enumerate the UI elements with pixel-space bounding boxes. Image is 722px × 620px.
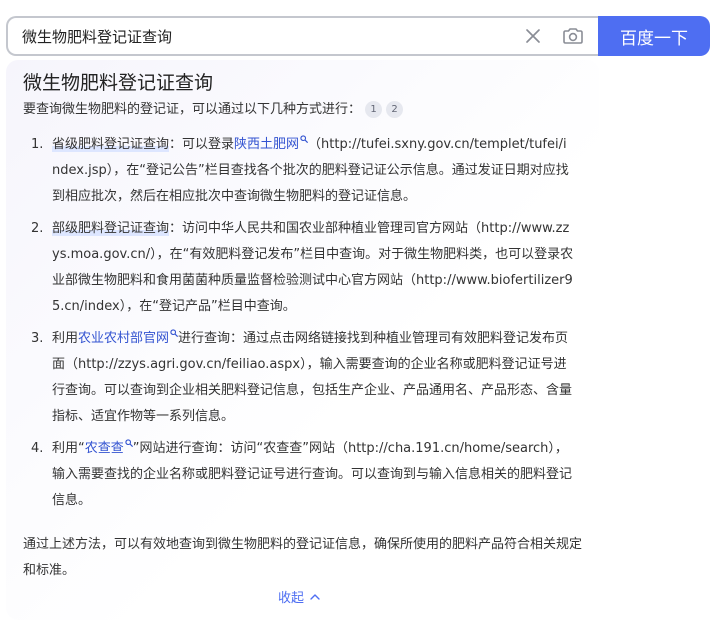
chevron-up-icon	[310, 594, 320, 600]
close-icon	[526, 29, 540, 43]
method-text: ”网站进行查询：访问“农查查”网站（http://cha.191.cn/home…	[52, 441, 573, 508]
search-input[interactable]	[22, 27, 516, 45]
method-body: 省级肥料登记证查询：可以登录陕西土肥网 （http://tufei.sxny.go…	[52, 132, 574, 210]
answer-conclusion: 通过上述方法，可以有效地查询到微生物肥料的登记证信息，确保所使用的肥料产品符合相…	[23, 537, 583, 578]
method-body: 利用农业农村部官网 进行查询：通过点击网络链接找到种植业管理司有效肥料登记发布页面…	[52, 326, 574, 430]
method-item-1: 1. 省级肥料登记证查询：可以登录陕西土肥网 （http://tufei.sxny…	[31, 132, 587, 210]
ai-answer-card: 微生物肥料登记证查询 要查询微生物肥料的登记证，可以通过以下几种方式进行： 1 2 …	[6, 60, 599, 620]
answer-title: 微生物肥料登记证查询	[23, 72, 214, 94]
method-label: 省级肥料登记证查询	[52, 137, 170, 152]
ministry-of-agriculture-link[interactable]: 农业农村部官网	[78, 331, 169, 346]
search-icon	[300, 135, 308, 143]
search-icon	[170, 329, 178, 337]
citation-badge-1[interactable]: 1	[365, 101, 383, 118]
method-body: 部级肥料登记证查询：访问中华人民共和国农业部种植业管理司官方网站（http://…	[52, 216, 574, 320]
method-text: 利用	[52, 331, 79, 346]
clear-search-button[interactable]	[516, 19, 550, 53]
method-list: 1. 省级肥料登记证查询：可以登录陕西土肥网 （http://tufei.sxny…	[31, 132, 587, 520]
method-number: 1.	[31, 137, 44, 152]
method-number: 3.	[31, 331, 44, 346]
method-number: 4.	[31, 441, 44, 456]
camera-icon	[563, 28, 583, 44]
search-icon	[125, 439, 133, 447]
shaanxi-soil-fertilizer-link[interactable]: 陕西土肥网	[234, 137, 299, 152]
collapse-button[interactable]: 收起	[278, 587, 320, 606]
method-body: 利用“农查查 ”网站进行查询：访问“农查查”网站（http://cha.191.c…	[52, 436, 574, 514]
collapse-label: 收起	[278, 591, 305, 606]
intro-text: 要查询微生物肥料的登记证，可以通过以下几种方式进行：	[23, 102, 362, 117]
method-item-4: 4. 利用“农查查 ”网站进行查询：访问“农查查”网站（http://cha.19…	[31, 436, 587, 514]
citation-badge-2[interactable]: 2	[386, 101, 404, 118]
method-item-2: 2. 部级肥料登记证查询：访问中华人民共和国农业部种植业管理司官方网站（http…	[31, 216, 587, 320]
method-item-3: 3. 利用农业农村部官网 进行查询：通过点击网络链接找到种植业管理司有效肥料登记发…	[31, 326, 587, 430]
search-submit-button[interactable]: 百度一下	[598, 16, 710, 56]
method-text: 利用“	[52, 441, 85, 456]
search-box[interactable]	[6, 16, 598, 56]
method-label: 部级肥料登记证查询	[52, 221, 170, 236]
method-number: 2.	[31, 221, 44, 236]
image-search-button[interactable]	[556, 19, 590, 53]
answer-intro: 要查询微生物肥料的登记证，可以通过以下几种方式进行： 1 2	[23, 100, 404, 120]
nongchacha-link[interactable]: 农查查	[85, 441, 124, 456]
search-bar: 百度一下	[6, 16, 710, 56]
method-text: ：可以登录	[169, 137, 235, 152]
